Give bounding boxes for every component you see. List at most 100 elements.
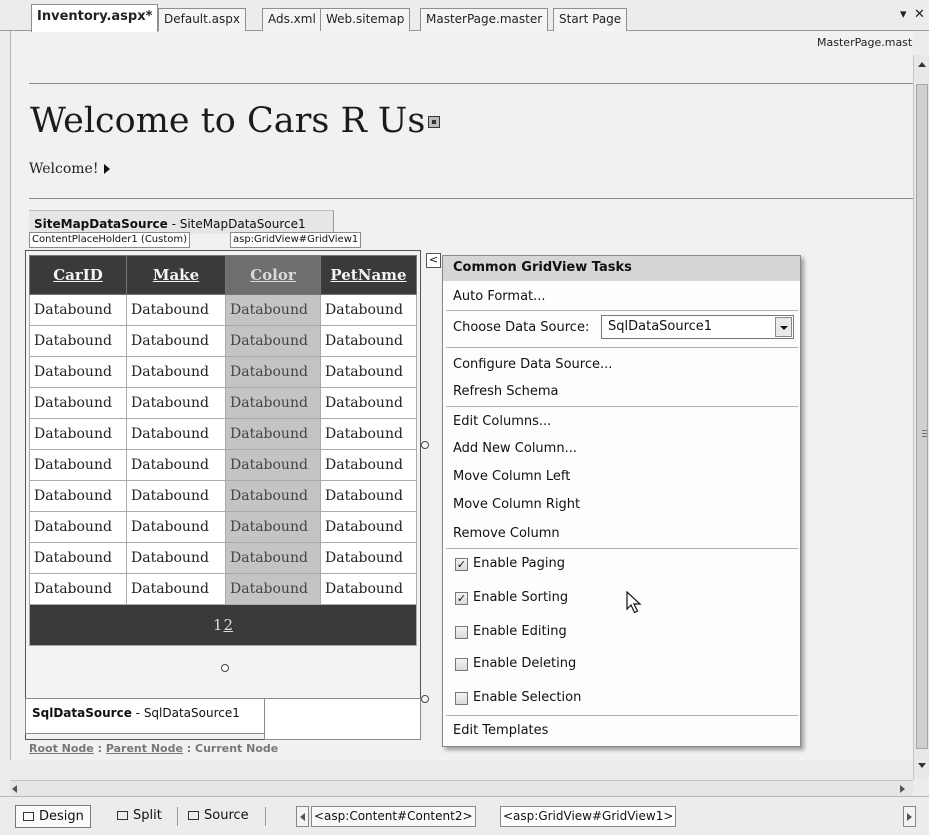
enable-editing-checkbox[interactable] xyxy=(455,626,468,639)
split-view-button[interactable]: Split xyxy=(110,805,168,828)
sql-datasource-control[interactable]: SqlDataSource - SqlDataSource1 xyxy=(25,698,265,734)
data-source-select[interactable]: SqlDataSource1 xyxy=(601,315,794,339)
resize-handle-bottom[interactable] xyxy=(221,664,229,672)
scroll-down-icon[interactable] xyxy=(918,763,926,768)
sitemap-datasource-control[interactable]: SiteMapDataSource - SiteMapDataSource1 xyxy=(29,210,334,234)
control-separator: - xyxy=(131,706,144,720)
enable-editing-label[interactable]: Enable Editing xyxy=(473,624,567,639)
panel-divider xyxy=(446,347,798,348)
scroll-right-icon[interactable] xyxy=(900,785,905,793)
breadcrumb-root-node[interactable]: Root Node xyxy=(29,742,94,755)
sql-datasource-frame xyxy=(264,698,421,740)
view-switcher-bar: Design Split Source <asp:Content#Content… xyxy=(0,796,929,835)
tab-default-aspx[interactable]: Default.aspx xyxy=(158,8,246,31)
sitemap-path-breadcrumb: Root Node : Parent Node : Current Node xyxy=(29,742,278,755)
enable-deleting-checkbox[interactable] xyxy=(455,658,468,671)
table-cell: Databound xyxy=(29,573,127,605)
table-cell: Databound xyxy=(29,325,127,357)
edit-templates-link[interactable]: Edit Templates xyxy=(453,723,548,738)
close-document-icon[interactable]: ✕ xyxy=(914,7,925,22)
table-cell: Databound xyxy=(29,449,127,481)
table-row: Databound Databound Databound Databound xyxy=(29,511,417,543)
panel-divider xyxy=(446,310,798,311)
table-cell: Databound xyxy=(126,387,226,419)
enable-deleting-label[interactable]: Enable Deleting xyxy=(473,656,576,671)
tag-path-gridview1[interactable]: <asp:GridView#GridView1> xyxy=(500,806,677,827)
panel-divider xyxy=(446,715,798,716)
tag-nav-left-button[interactable] xyxy=(296,806,309,827)
table-cell: Databound xyxy=(126,418,226,450)
chevron-down-icon[interactable] xyxy=(775,317,792,337)
breadcrumb-parent-node[interactable]: Parent Node xyxy=(106,742,183,755)
table-cell: Databound xyxy=(126,356,226,388)
remove-column-link[interactable]: Remove Column xyxy=(453,526,560,541)
table-cell: Databound xyxy=(225,418,321,450)
tab-web-sitemap[interactable]: Web.sitemap xyxy=(320,8,411,31)
auto-format-link[interactable]: Auto Format... xyxy=(453,289,546,304)
table-cell: Databound xyxy=(29,356,127,388)
tab-ads-xml[interactable]: Ads.xml xyxy=(262,8,322,31)
add-new-column-link[interactable]: Add New Column... xyxy=(453,441,577,456)
tab-label: Inventory.aspx* xyxy=(37,9,153,24)
move-column-right-link[interactable]: Move Column Right xyxy=(453,497,580,512)
refresh-schema-link[interactable]: Refresh Schema xyxy=(453,384,559,399)
control-type: SqlDataSource xyxy=(32,706,132,720)
tab-label: Ads.xml xyxy=(268,12,316,26)
table-row: Databound Databound Databound Databound xyxy=(29,325,417,357)
resize-handle-corner[interactable] xyxy=(421,695,429,703)
data-source-value: SqlDataSource1 xyxy=(608,319,713,334)
table-cell: Databound xyxy=(126,449,226,481)
table-cell: Databound xyxy=(225,356,321,388)
edit-columns-link[interactable]: Edit Columns... xyxy=(453,414,551,429)
table-cell: Databound xyxy=(320,511,417,543)
smart-tag-collapse-button[interactable]: < xyxy=(426,253,441,268)
column-header-make[interactable]: Make xyxy=(126,255,226,295)
menu-control[interactable]: Welcome! xyxy=(29,161,111,177)
enable-sorting-label[interactable]: Enable Sorting xyxy=(473,590,568,605)
table-cell: Databound xyxy=(225,387,321,419)
enable-sorting-checkbox[interactable]: ✓ xyxy=(455,592,468,605)
pager-page-link[interactable]: 2 xyxy=(224,616,234,634)
tab-label: MasterPage.master xyxy=(426,12,543,26)
table-cell: Databound xyxy=(126,480,226,512)
master-page-label: MasterPage.maste xyxy=(817,36,913,49)
pager-current-page: 1 xyxy=(212,616,223,634)
tab-start-page[interactable]: Start Page xyxy=(553,8,628,31)
table-row: Databound Databound Databound Databound xyxy=(29,542,417,574)
configure-data-source-link[interactable]: Configure Data Source... xyxy=(453,357,612,372)
tag-nav-right-button[interactable] xyxy=(903,806,916,827)
column-header-petname[interactable]: PetName xyxy=(320,255,417,295)
vertical-scrollbar[interactable] xyxy=(913,55,929,780)
tag-path-content2[interactable]: <asp:Content#Content2> xyxy=(311,806,476,827)
tab-label: Web.sitemap xyxy=(326,12,405,26)
scroll-left-icon[interactable] xyxy=(12,785,17,793)
column-header-color[interactable]: Color xyxy=(225,255,321,295)
scroll-thumb[interactable] xyxy=(916,84,928,749)
tab-list-dropdown-icon[interactable]: ▾ xyxy=(900,7,907,22)
scroll-up-icon[interactable] xyxy=(918,62,926,67)
table-cell: Databound xyxy=(320,449,417,481)
pager-row: 12 xyxy=(29,604,417,646)
tab-inventory-aspx[interactable]: Inventory.aspx* xyxy=(31,4,159,32)
enable-paging-label[interactable]: Enable Paging xyxy=(473,556,565,571)
panel-divider xyxy=(446,548,798,549)
enable-paging-checkbox[interactable]: ✓ xyxy=(455,558,468,571)
header-rule-top xyxy=(29,83,913,84)
control-type: SiteMapDataSource xyxy=(34,217,168,231)
enable-selection-label[interactable]: Enable Selection xyxy=(473,690,581,705)
source-view-button[interactable]: Source xyxy=(181,805,255,828)
resize-handle-right[interactable] xyxy=(421,441,429,449)
enable-selection-checkbox[interactable] xyxy=(455,692,468,705)
column-header-carid[interactable]: CarID xyxy=(29,255,127,295)
header-row: CarID Make Color PetName xyxy=(29,255,417,295)
horizontal-scrollbar[interactable] xyxy=(10,780,913,796)
gridview-table[interactable]: CarID Make Color PetName Databound Databo… xyxy=(29,255,417,646)
scroll-grip-icon xyxy=(922,430,927,437)
table-cell: Databound xyxy=(126,325,226,357)
table-cell: Databound xyxy=(29,480,127,512)
checkbox-check-icon: ✓ xyxy=(456,558,467,571)
view-separator xyxy=(177,807,178,826)
design-view-button[interactable]: Design xyxy=(15,805,91,828)
tab-masterpage-master[interactable]: MasterPage.master xyxy=(420,8,549,31)
move-column-left-link[interactable]: Move Column Left xyxy=(453,469,570,484)
